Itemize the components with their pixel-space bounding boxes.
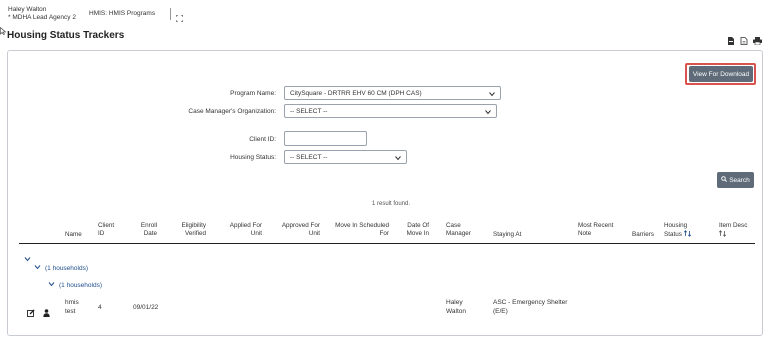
search-button-label: Search <box>729 176 750 184</box>
col-elig-line2: Verified <box>184 230 206 237</box>
row-staying-at: ASC - Emergency Shelter (E/E) <box>493 299 567 316</box>
cursor-icon <box>0 22 7 35</box>
col-approved-line1: Approved For <box>281 222 320 229</box>
col-item-line1: Item Desc <box>719 222 748 229</box>
col-elig-line1: Eligibility <box>181 222 207 229</box>
group-row-level2[interactable]: (1 households) <box>48 281 102 291</box>
row-case-line1: Haley <box>446 299 463 306</box>
col-eligibility[interactable]: Eligibility Verified <box>174 222 207 238</box>
chevron-down-icon <box>395 155 401 161</box>
row-staying-line2: (E/E) <box>493 307 508 315</box>
person-icon[interactable] <box>43 304 50 322</box>
col-enroll-line2: Date <box>143 230 157 237</box>
col-client-id-line1: Client <box>98 222 115 229</box>
col-enroll-line1: Enroll <box>140 222 157 229</box>
col-case-line1: Case <box>446 222 461 229</box>
app-label[interactable]: HMIS: HMIS Programs <box>89 10 155 17</box>
row-case-manager: Haley Walton <box>446 299 466 316</box>
search-button[interactable]: Search <box>717 172 754 188</box>
col-move-in-scheduled[interactable]: Move In Scheduled For <box>330 222 389 238</box>
page-title: Housing Status Trackers <box>7 30 125 41</box>
group-label: (1 households) <box>59 281 102 289</box>
program-name-select[interactable]: CitySquare - DRTRR EHV 60 CM (DPH CAS) <box>284 86 501 100</box>
program-name-label: Program Name: <box>230 90 276 97</box>
housing-status-select[interactable]: -- SELECT -- <box>284 150 407 164</box>
user-name: Haley Walton <box>8 6 47 13</box>
case-manager-org-select[interactable]: -- SELECT -- <box>284 104 497 118</box>
chevron-down-icon <box>34 264 41 274</box>
search-icon <box>721 176 728 184</box>
pdf-icon[interactable] <box>727 32 735 45</box>
col-housing-status[interactable]: Housing Status <box>664 222 691 240</box>
col-case-line2: Manager <box>446 230 471 237</box>
col-recent-line2: Note <box>578 230 592 237</box>
col-applied-line1: Applied For <box>229 222 262 229</box>
row-case-line2: Walton <box>446 307 466 315</box>
client-id-label: Client ID: <box>249 136 276 143</box>
row-name-line1: hmis <box>65 299 79 306</box>
col-staying-at[interactable]: Staying At <box>493 231 521 239</box>
sort-icon[interactable] <box>683 230 691 240</box>
group-row-level1[interactable]: (1 households) <box>34 264 88 274</box>
document-icon[interactable] <box>740 32 748 45</box>
col-applied-line2: Unit <box>250 230 262 237</box>
col-name[interactable]: Name <box>65 231 82 239</box>
edit-icon[interactable] <box>27 304 35 322</box>
row-name-line2: test <box>65 307 76 315</box>
col-applied-for-unit[interactable]: Applied For Unit <box>222 222 262 238</box>
results-count: 1 result found. <box>372 201 411 207</box>
col-dateof-line1: Date Of <box>407 222 429 229</box>
user-info: Haley Walton * MDHA Lead Agency 2 <box>8 6 76 22</box>
group-label: (1 households) <box>45 264 88 272</box>
col-client-id[interactable]: Client ID <box>98 222 114 238</box>
row-staying-line1: ASC - Emergency Shelter <box>493 299 568 306</box>
housing-status-value: -- SELECT -- <box>290 153 328 161</box>
col-dateof-line2: Move In <box>406 230 429 237</box>
col-movein-sched-line1: Move In Scheduled <box>335 222 389 229</box>
col-barriers[interactable]: Barriers <box>632 231 654 239</box>
client-id-input[interactable] <box>284 131 367 146</box>
expand-icon[interactable] <box>175 9 184 23</box>
view-for-download-button[interactable]: View For Download <box>689 66 753 82</box>
col-most-recent-note[interactable]: Most Recent Note <box>578 222 613 238</box>
housing-status-label: Housing Status: <box>230 154 276 161</box>
chevron-down-icon <box>489 91 495 97</box>
col-approved-for-unit[interactable]: Approved For Unit <box>274 222 320 238</box>
col-approved-line2: Unit <box>308 230 320 237</box>
agency-name: * MDHA Lead Agency 2 <box>8 14 76 21</box>
row-name: hmis test <box>65 299 79 316</box>
chevron-down-icon <box>485 109 491 115</box>
col-item-desc[interactable]: Item Desc <box>718 222 748 240</box>
print-icon[interactable] <box>753 32 762 46</box>
col-enroll-date[interactable]: Enroll Date <box>137 222 157 238</box>
col-date-of-move-in[interactable]: Date Of Move In <box>402 222 429 238</box>
col-housing-line2: Status <box>664 231 682 238</box>
header-divider <box>170 8 171 20</box>
col-case-manager[interactable]: Case Manager <box>446 222 471 238</box>
table-header-divider <box>19 243 755 244</box>
chevron-down-icon[interactable] <box>24 249 31 267</box>
case-manager-org-value: -- SELECT -- <box>290 107 328 115</box>
case-manager-org-label: Case Manager's Organization: <box>188 108 276 115</box>
row-client-id: 4 <box>98 304 102 311</box>
col-housing-line1: Housing <box>664 222 688 229</box>
row-enroll-date: 09/01/22 <box>133 304 159 311</box>
col-recent-line1: Most Recent <box>578 222 614 229</box>
col-client-id-line2: ID <box>98 230 105 237</box>
program-name-value: CitySquare - DRTRR EHV 60 CM (DPH CAS) <box>290 89 422 97</box>
col-movein-sched-line2: For <box>379 230 389 237</box>
chevron-down-icon <box>48 281 55 291</box>
sort-icon[interactable] <box>718 230 747 240</box>
